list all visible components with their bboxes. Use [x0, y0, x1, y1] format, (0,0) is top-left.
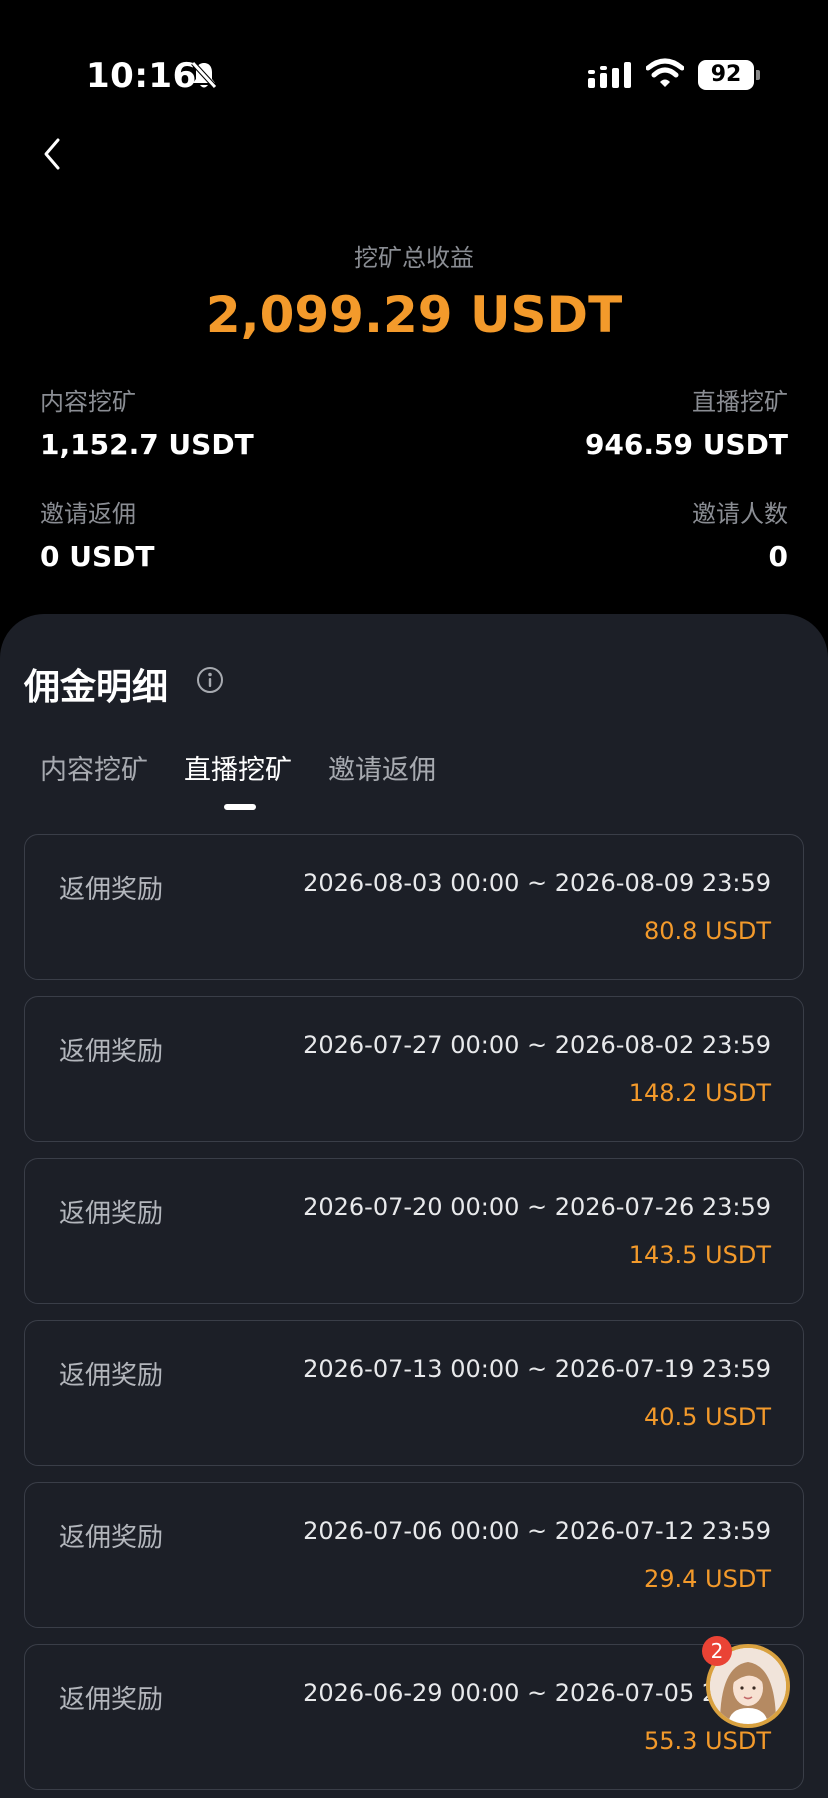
- info-icon[interactable]: [196, 666, 224, 694]
- list-item[interactable]: 返佣奖励 2026-07-06 00:00 ~ 2026-07-12 23:59…: [24, 1482, 804, 1628]
- active-tab-indicator: [224, 804, 256, 810]
- summary-label: 挖矿总收益: [354, 244, 474, 272]
- status-bar: 10:16 92: [0, 0, 828, 130]
- summary-total: 2,099.29 USDT: [205, 286, 623, 344]
- item-date-range: 2026-07-13 00:00 ~ 2026-07-19 23:59: [303, 1355, 771, 1383]
- item-label: 返佣奖励: [59, 1361, 164, 1391]
- item-date-range: 2026-07-27 00:00 ~ 2026-08-02 23:59: [303, 1031, 771, 1059]
- list-item[interactable]: 返佣奖励 2026-07-27 00:00 ~ 2026-08-02 23:59…: [24, 996, 804, 1142]
- stat-invite-rebate-label: 邀请返佣: [40, 500, 136, 528]
- item-label: 返佣奖励: [59, 1685, 164, 1715]
- item-date-range: 2026-07-06 00:00 ~ 2026-07-12 23:59: [303, 1517, 771, 1545]
- item-amount: 80.8 USDT: [643, 917, 771, 945]
- item-amount: 55.3 USDT: [643, 1727, 771, 1755]
- item-date-range: 2026-07-20 00:00 ~ 2026-07-26 23:59: [303, 1193, 771, 1221]
- stat-content-mining-value: 1,152.7 USDT: [40, 428, 254, 461]
- back-chevron-icon[interactable]: [40, 136, 64, 172]
- stat-invite-count-label: 邀请人数: [692, 500, 788, 528]
- item-amount: 143.5 USDT: [628, 1241, 771, 1269]
- signal-icon: [588, 62, 631, 88]
- battery-icon: 92: [698, 60, 760, 90]
- tab-content-mining[interactable]: 内容挖矿: [40, 748, 148, 787]
- item-amount: 40.5 USDT: [643, 1403, 771, 1431]
- list-item[interactable]: 返佣奖励 2026-06-29 00:00 ~ 2026-07-05 23:59…: [24, 1644, 804, 1790]
- commission-details-panel: 佣金明细 内容挖矿 直播挖矿 邀请返佣 返佣奖励 2026-08-03 00:0…: [0, 614, 828, 1798]
- item-amount: 148.2 USDT: [628, 1079, 771, 1107]
- notification-badge: 2: [702, 1636, 732, 1666]
- stat-live-mining-value: 946.59 USDT: [584, 428, 788, 461]
- battery-level: 92: [698, 60, 754, 90]
- list-item[interactable]: 返佣奖励 2026-07-13 00:00 ~ 2026-07-19 23:59…: [24, 1320, 804, 1466]
- list-item[interactable]: 返佣奖励 2026-07-20 00:00 ~ 2026-07-26 23:59…: [24, 1158, 804, 1304]
- stat-invite-count-value: 0: [768, 540, 788, 573]
- tab-invite-rebate[interactable]: 邀请返佣: [328, 748, 436, 787]
- wifi-icon: [646, 58, 684, 87]
- tab-live-mining[interactable]: 直播挖矿: [184, 748, 292, 787]
- status-time: 10:16: [86, 56, 197, 96]
- item-date-range: 2026-08-03 00:00 ~ 2026-08-09 23:59: [303, 869, 771, 897]
- item-label: 返佣奖励: [59, 1523, 164, 1553]
- panel-title: 佣金明细: [24, 667, 169, 708]
- item-label: 返佣奖励: [59, 1037, 164, 1067]
- item-label: 返佣奖励: [59, 1199, 164, 1229]
- item-date-range: 2026-06-29 00:00 ~ 2026-07-05 23:59: [303, 1679, 771, 1707]
- tab-bar: 内容挖矿 直播挖矿 邀请返佣: [0, 748, 828, 808]
- battery-cap: [756, 70, 760, 80]
- stat-content-mining-label: 内容挖矿: [40, 388, 136, 416]
- bell-slash-icon: [191, 61, 217, 89]
- item-amount: 29.4 USDT: [643, 1565, 771, 1593]
- stat-live-mining-label: 直播挖矿: [692, 388, 788, 416]
- list-item[interactable]: 返佣奖励 2026-08-03 00:00 ~ 2026-08-09 23:59…: [24, 834, 804, 980]
- stat-invite-rebate-value: 0 USDT: [40, 540, 155, 573]
- item-label: 返佣奖励: [59, 875, 164, 905]
